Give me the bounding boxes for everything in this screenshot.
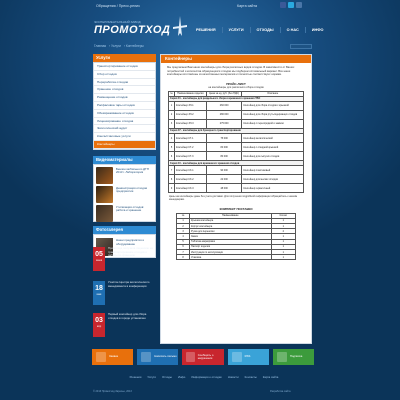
bottom-nav-link[interactable]: Новости xyxy=(228,375,239,379)
nav-item-info[interactable]: ИНФО xyxy=(304,27,330,33)
footer-button[interactable]: Сообщить о нарушении xyxy=(182,349,224,365)
nav-item-about[interactable]: О НАС xyxy=(279,27,305,33)
video-title: Видеоматериалы xyxy=(93,155,156,164)
price-subtitle: на контейнеры для различного сбора отход… xyxy=(208,85,264,89)
intro-text: Мы предлагаем Вам наши контейнеры для сб… xyxy=(167,66,295,76)
main-nav: РЕШЕНИЯ УСЛУГИ ОТХОДЫ О НАС ИНФО xyxy=(190,27,329,33)
breadcrumb: Главная › Услуги › Контейнеры xyxy=(94,44,144,48)
news-item[interactable]: 03 апр Первый контейнер для сбора отходов… xyxy=(93,312,156,353)
logo[interactable]: ЭКСПЕРИМЕНТАЛЬНЫЙ ЗАВОД ПРОМОТХОД xyxy=(94,16,190,38)
bottom-nav-link[interactable]: Инфо xyxy=(178,375,185,379)
facebook-icon[interactable] xyxy=(280,2,286,8)
developer-link[interactable]: Разработка сайта xyxy=(270,390,291,393)
video-caption: Бензин мобильного ДТП 2013 г. Лаборатори… xyxy=(116,166,149,175)
vk-icon[interactable] xyxy=(296,2,302,8)
breadcrumb-current: Контейнеры xyxy=(125,44,144,48)
footer-button[interactable]: Заявка xyxy=(92,349,134,365)
table-row: 5 Контейнер КТ-2 84 000 Контейнер с откидно… xyxy=(167,142,304,153)
video-thumbnail xyxy=(96,166,113,184)
bottom-nav-link[interactable]: Решения xyxy=(130,375,142,379)
sidebar-item[interactable]: Лицензирование отходов xyxy=(94,118,155,126)
breadcrumb-services[interactable]: Услуги xyxy=(111,44,121,48)
top-strip: Обращения / Пресс-релиз Карта сайта xyxy=(92,2,302,10)
video-thumbnail xyxy=(96,185,113,203)
price-table: № Наименование изделия Цена за ед. руб. (б… xyxy=(167,90,304,194)
footer-button-label: RSS xyxy=(244,354,251,359)
kit-table: № Наименование Кол-во 1 Крышка контейнера 1 2… xyxy=(175,212,297,261)
bottom-nav-link[interactable]: Карта сайта xyxy=(263,375,279,379)
sidebar-item[interactable]: Консалтинговые услуги xyxy=(94,133,155,141)
photo-title: Фотогалерея xyxy=(93,225,156,234)
footer-button-label: Заявка xyxy=(109,354,119,359)
sidebar-item[interactable]: Размещение отходов xyxy=(94,94,155,102)
sitemap-top-link[interactable]: Карта сайта xyxy=(237,4,257,8)
nav-item-services[interactable]: УСЛУГИ xyxy=(221,27,250,33)
table-row: 8 Упаковка 1 xyxy=(175,254,297,261)
breadcrumb-home[interactable]: Главная xyxy=(94,44,106,48)
sidebar-item[interactable]: Расфасовка тары отходов xyxy=(94,102,155,110)
copyright: © 2013 Промотход Заречье, 2013 xyxy=(93,390,132,393)
top-link[interactable]: Обращения / Пресс-релиз xyxy=(96,4,140,8)
news-date: 03 апр xyxy=(93,313,105,337)
footer-button-label: Сообщить о нарушении xyxy=(197,352,214,360)
video-item[interactable]: Демонстрация отходов предприятия xyxy=(96,185,154,203)
footer-buttons: Заявка Написать письмо Сообщить о нарушени… xyxy=(92,349,315,365)
bottom-nav-link[interactable]: Контакты xyxy=(245,375,257,379)
sidebar-item[interactable]: Сбор отходов xyxy=(94,71,155,79)
table-row: 3 Контейнер ЗЛ-3 275 000 Контейнер с перего… xyxy=(167,118,304,129)
nav-item-solutions[interactable]: РЕШЕНИЯ xyxy=(190,27,222,33)
price-note: Цены на контейнеры даны без учета достав… xyxy=(169,195,298,202)
news-text: Промотход получила лицензию на транспорт… xyxy=(108,246,153,258)
bottom-nav-link[interactable]: Отходы xyxy=(162,375,172,379)
table-row: 6 Контейнер КТ-3 80 000 Контейнер для сыпуч… xyxy=(167,151,304,162)
video-thumbnail xyxy=(96,204,113,222)
table-row: 7 Контейнер КХ-1 90 000 Контейнер пластиков… xyxy=(167,165,304,176)
footer-button[interactable]: RSS xyxy=(227,349,269,365)
video-caption: Утилизация отходов: работа и хранение xyxy=(116,204,145,213)
news-date: 18 мая xyxy=(93,281,105,305)
nav-item-waste[interactable]: ОТХОДЫ xyxy=(249,27,280,33)
footer-button[interactable]: Написать письмо xyxy=(137,349,179,365)
footer-button-label: Подписка xyxy=(289,354,303,359)
table-row: 8 Контейнер КХ-2 22 000 Контейнер для мелки… xyxy=(167,174,304,185)
footer-button-icon xyxy=(276,352,287,362)
bottom-nav-link[interactable]: Информация о отходах xyxy=(191,375,221,379)
bottom-nav: Решения Услуги Отходы Инфо Информация о отхо… xyxy=(93,375,315,379)
news-date: 05 июня xyxy=(93,247,105,271)
airplane-icon xyxy=(173,16,187,36)
table-row: 2 Контейнер ЗЛ-2 280 000 Контейнер для сбор… xyxy=(167,109,304,120)
bottom-nav-link[interactable]: Услуги xyxy=(147,375,156,379)
footer-button-icon xyxy=(186,352,195,362)
table-row: 1 Контейнер ЗЛ-1 260 000 Контейнер для сбор… xyxy=(167,100,304,111)
video-caption: Демонстрация отходов предприятия xyxy=(116,185,148,194)
sidebar-item[interactable]: Хранение отходов xyxy=(94,86,155,95)
news-text: Участие Центра экологического менеджмент… xyxy=(108,280,150,288)
footer-button-icon xyxy=(231,352,242,362)
video-item[interactable]: Утилизация отходов: работа и хранение xyxy=(96,204,154,222)
footer-button[interactable]: Подписка xyxy=(272,349,315,365)
footer-button-icon xyxy=(141,352,152,362)
sidebar-item[interactable]: Контейнеры xyxy=(94,140,155,149)
page-title: Контейнеры xyxy=(161,55,311,63)
video-list: Бензин мобильного ДТП 2013 г. Лаборатори… xyxy=(93,163,156,222)
search-input[interactable] xyxy=(290,44,312,49)
video-item[interactable]: Бензин мобильного ДТП 2013 г. Лаборатори… xyxy=(96,166,154,184)
news-text: Первый контейнер для сбора отходов в гор… xyxy=(108,312,147,320)
sidebar-item[interactable]: Транспортирование отходов xyxy=(94,63,155,71)
table-row: 9 Контейнер КХ-3 48 000 Контейнер герметичн… xyxy=(167,183,304,194)
table-row: 4 Контейнер КТ-1 75 000 Контейнер металличе… xyxy=(167,133,304,144)
sidebar-menu: Транспортирование отходов Сбор отходов Пер… xyxy=(93,62,156,150)
kit-title: КОМПЛЕКТ ПОСТАВКИ xyxy=(219,206,253,211)
main-content: Контейнеры Мы предлагаем Вам наши контей… xyxy=(160,54,312,344)
twitter-icon[interactable] xyxy=(288,2,294,8)
sidebar: Услуги Транспортирование отходов Сбор отх… xyxy=(93,54,156,258)
logo-text: ПРОМОТХОД xyxy=(94,24,171,36)
sidebar-title: Услуги xyxy=(93,54,156,62)
sidebar-item[interactable]: Обезвреживание отходов xyxy=(94,110,155,118)
social-icons xyxy=(280,2,302,8)
sidebar-item[interactable]: Переработка отходов xyxy=(94,79,155,87)
footer-button-label: Написать письмо xyxy=(154,354,177,359)
footer-button-icon xyxy=(96,352,106,362)
sidebar-item[interactable]: Экологический аудит xyxy=(94,125,155,134)
